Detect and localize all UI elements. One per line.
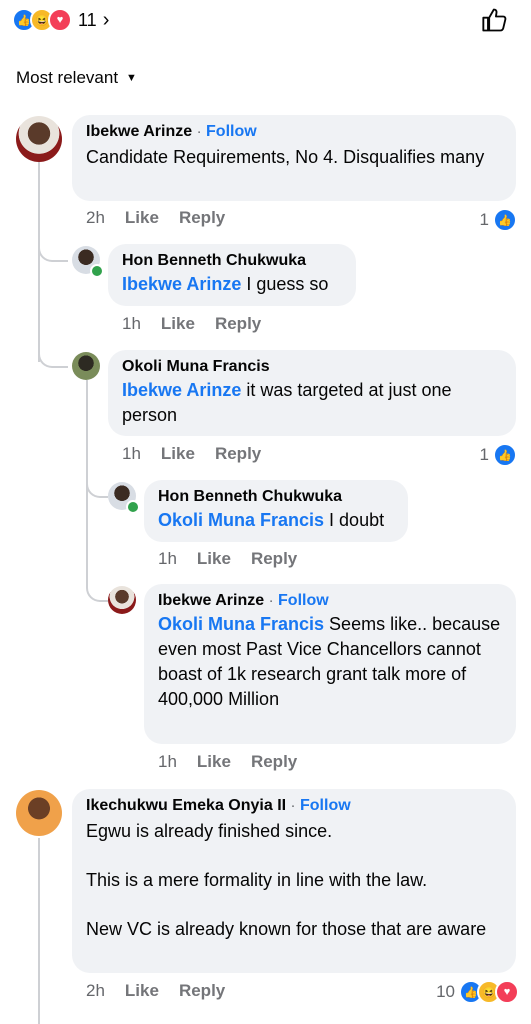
comment-time[interactable]: 2h: [86, 208, 105, 228]
online-indicator: [126, 500, 140, 514]
chevron-down-icon: ▼: [126, 72, 137, 84]
comment-bubble: Okoli Muna Francis Ibekwe Arinze it was …: [108, 350, 516, 436]
comment-author[interactable]: Ibekwe Arinze: [158, 592, 264, 609]
thread-line: [38, 162, 40, 362]
comment-actions: 1h Like Reply: [122, 314, 261, 334]
thread-line: [38, 838, 40, 1024]
comment-bubble: Hon Benneth Chukwuka Ibekwe Arinze I gue…: [108, 244, 356, 306]
comment-reactions[interactable]: 10 👍 😆 ♥: [436, 980, 519, 1004]
reply-button[interactable]: Reply: [179, 208, 225, 228]
thread-curve: [86, 468, 108, 498]
comment-time[interactable]: 1h: [122, 444, 141, 464]
avatar[interactable]: [16, 790, 62, 836]
comment-bubble: Hon Benneth Chukwuka Okoli Muna Francis …: [144, 480, 408, 542]
comment-actions: 1h Like Reply: [158, 752, 297, 772]
reaction-summary[interactable]: 👍 😆 ♥ 11 ›: [12, 8, 109, 32]
comment-reactions[interactable]: 1 👍: [480, 208, 517, 232]
comment-author[interactable]: Okoli Muna Francis: [122, 358, 502, 376]
comment-text-wrap: Okoli Muna Francis I doubt: [158, 508, 394, 533]
comment-author[interactable]: Hon Benneth Chukwuka: [158, 488, 394, 506]
online-indicator: [90, 264, 104, 278]
like-button[interactable]: Like: [161, 314, 195, 334]
comment-time[interactable]: 1h: [122, 314, 141, 334]
comment-text-wrap: Ibekwe Arinze it was targeted at just on…: [122, 378, 502, 428]
sort-dropdown[interactable]: Most relevant ▼: [16, 68, 137, 88]
comment-author[interactable]: Hon Benneth Chukwuka: [122, 252, 342, 270]
avatar[interactable]: [108, 586, 136, 614]
reaction-count: 1: [479, 210, 489, 229]
mention-link[interactable]: Okoli Muna Francis: [158, 510, 324, 530]
comment-actions: 2h Like Reply: [86, 208, 225, 228]
like-reaction-icon: 👍: [493, 208, 517, 232]
reaction-count: 1: [479, 445, 489, 464]
comment-bubble: Ibekwe Arinze · Follow Candidate Require…: [72, 115, 516, 201]
comment-text-wrap: Okoli Muna Francis Seems like.. because …: [158, 612, 502, 712]
comment-bubble: Ikechukwu Emeka Onyia II · Follow Egwu i…: [72, 789, 516, 973]
comment-time[interactable]: 1h: [158, 752, 177, 772]
comment-author[interactable]: Ibekwe Arinze: [86, 123, 192, 140]
like-button[interactable]: Like: [125, 981, 159, 1001]
separator-dot: ·: [268, 592, 274, 609]
thread-curve: [86, 572, 108, 602]
sort-label: Most relevant: [16, 68, 119, 87]
comment-reactions[interactable]: 1 👍: [480, 443, 517, 467]
avatar[interactable]: [16, 116, 62, 162]
comment-text: I doubt: [324, 510, 385, 530]
comment-text-line: Egwu is already finished since.: [86, 821, 333, 841]
reply-button[interactable]: Reply: [251, 752, 297, 772]
like-button[interactable]: Like: [197, 752, 231, 772]
comment-time[interactable]: 1h: [158, 549, 177, 569]
separator-dot: ·: [196, 123, 202, 140]
comment-text-wrap: Ibekwe Arinze I guess so: [122, 272, 342, 297]
separator-dot: ·: [290, 797, 296, 814]
reply-button[interactable]: Reply: [215, 314, 261, 334]
mention-link[interactable]: Okoli Muna Francis: [158, 614, 324, 634]
comment-text: Candidate Requirements, No 4. Disqualifi…: [86, 147, 485, 167]
mention-link[interactable]: Ibekwe Arinze: [122, 274, 241, 294]
follow-button[interactable]: Follow: [206, 123, 257, 140]
like-reaction-icon: 👍: [493, 443, 517, 467]
like-button[interactable]: Like: [125, 208, 159, 228]
reaction-count: 10: [436, 982, 455, 1001]
like-button[interactable]: Like: [161, 444, 195, 464]
comment-actions: 2h Like Reply: [86, 981, 225, 1001]
comment-actions: 1h Like Reply: [122, 444, 261, 464]
comment-bubble: Ibekwe Arinze · Follow Okoli Muna Franci…: [144, 584, 516, 744]
reaction-count: 11: [78, 9, 97, 30]
comment-text: I guess so: [241, 274, 329, 294]
chevron-right-icon: ›: [102, 8, 110, 31]
love-reaction-icon: ♥: [48, 8, 72, 32]
thumbs-up-icon[interactable]: [481, 6, 509, 34]
comment-actions: 1h Like Reply: [158, 549, 297, 569]
comment-text-line: New VC is already known for those that a…: [86, 919, 487, 939]
follow-button[interactable]: Follow: [300, 797, 351, 814]
mention-link[interactable]: Ibekwe Arinze: [122, 380, 241, 400]
comment-text-line: This is a mere formality in line with th…: [86, 870, 428, 890]
reply-button[interactable]: Reply: [251, 549, 297, 569]
love-reaction-icon: ♥: [495, 980, 519, 1004]
thread-curve: [38, 338, 68, 368]
thread-curve: [38, 232, 68, 262]
reply-button[interactable]: Reply: [179, 981, 225, 1001]
reply-button[interactable]: Reply: [215, 444, 261, 464]
like-button[interactable]: Like: [197, 549, 231, 569]
comment-time[interactable]: 2h: [86, 981, 105, 1001]
comment-author[interactable]: Ikechukwu Emeka Onyia II: [86, 797, 286, 814]
avatar[interactable]: [72, 352, 100, 380]
follow-button[interactable]: Follow: [278, 592, 329, 609]
